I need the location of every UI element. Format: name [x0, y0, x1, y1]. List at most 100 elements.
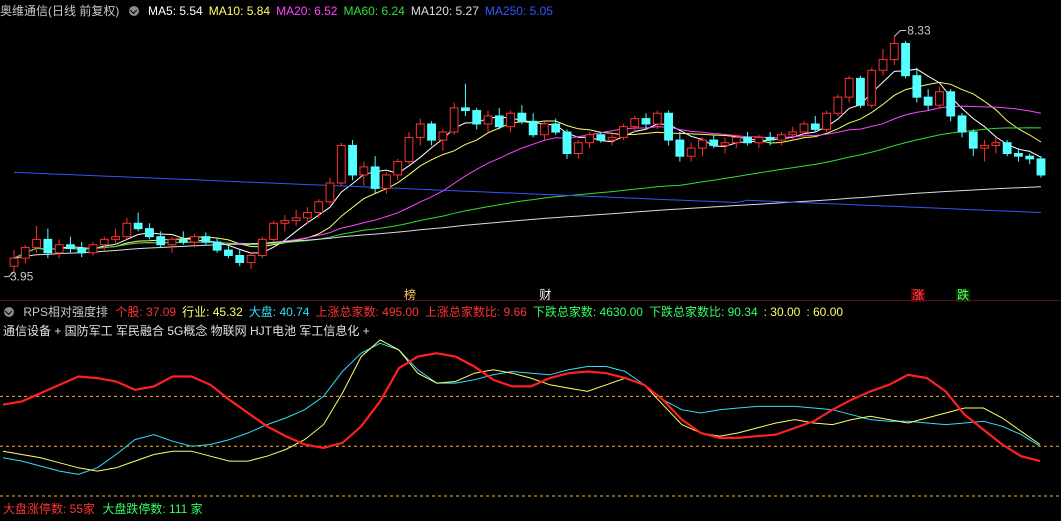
- candle: [257, 236, 267, 259]
- ma60-line: [13, 127, 1042, 259]
- candle: [1036, 156, 1046, 178]
- rps-value-item: 大盘: 40.74: [248, 305, 310, 319]
- candle: [77, 242, 87, 258]
- candle: [664, 110, 673, 146]
- candle: [483, 110, 493, 133]
- candle: [359, 161, 369, 186]
- candle: [415, 118, 425, 146]
- candle: [901, 40, 910, 79]
- candle: [133, 212, 143, 232]
- candle: [111, 228, 120, 245]
- candle: [382, 172, 391, 194]
- candle: [562, 129, 572, 159]
- rps-value-item: 行业: 45.32: [182, 305, 243, 319]
- candle: [461, 83, 470, 116]
- candle: [54, 239, 64, 259]
- stock-title: 奥维通信(日线 前复权): [0, 4, 120, 18]
- candle: [427, 121, 436, 146]
- candle: [743, 132, 752, 146]
- candle: [348, 140, 357, 181]
- candle: [698, 137, 707, 157]
- candle: [844, 75, 854, 103]
- rps-values: 个股: 37.09 行业: 45.32 大盘: 40.74 上涨总家数: 495.00…: [115, 305, 849, 319]
- candle: [472, 107, 482, 130]
- candle: [145, 223, 154, 240]
- candle: [946, 89, 956, 122]
- candle: [777, 132, 786, 146]
- candle: [923, 89, 933, 111]
- candle: [1025, 153, 1035, 165]
- candle: [506, 110, 515, 133]
- limit-down-count: 大盘跌停数: 111 家: [102, 502, 203, 516]
- candle: [573, 140, 583, 159]
- candle: [889, 36, 899, 65]
- candle: [856, 75, 865, 108]
- candle: [912, 67, 922, 103]
- candle: [1002, 140, 1012, 157]
- candle: [336, 142, 346, 186]
- price-chart: 8.33 3.95: [4, 23, 1046, 284]
- ma120-line: [13, 186, 1042, 259]
- dropdown-circle-icon[interactable]: [128, 6, 139, 16]
- rps-value-item: 上涨总家数: 495.00: [315, 305, 419, 319]
- rps-value-item: : 30.00: [763, 305, 801, 319]
- candle: [212, 237, 222, 253]
- candle: [675, 132, 685, 162]
- candle: [935, 86, 944, 108]
- ma-legend-item: MA120: 5.27: [410, 4, 479, 18]
- candle: [619, 123, 628, 141]
- candle: [765, 132, 775, 146]
- ma10-line: [13, 81, 1042, 259]
- candle: [314, 199, 324, 218]
- candle: [449, 102, 459, 135]
- ma-legend-item: MA20: 6.52: [276, 4, 338, 18]
- candle: [833, 94, 843, 116]
- high-marker: [893, 29, 907, 37]
- candle: [980, 140, 989, 162]
- candle: [66, 236, 75, 253]
- candle: [393, 158, 403, 181]
- candle: [641, 113, 651, 130]
- rps-value-item: 个股: 37.09: [115, 305, 177, 319]
- limit-up-count: 大盘涨停数: 55家: [3, 502, 96, 516]
- candle: [246, 252, 256, 269]
- candle: [585, 132, 594, 149]
- candle: [528, 113, 538, 138]
- rps-value-item: 上涨总家数比: 9.66: [424, 305, 527, 319]
- rps-value-item: 下跌总家数: 4630.00: [532, 305, 643, 319]
- sector-list: 通信设备 + 国防军工 军民融合 5G概念 物联网 HJT电池 军工信息化 +: [3, 324, 370, 338]
- ma-legend-item: MA250: 5.05: [484, 4, 553, 18]
- candle: [968, 129, 978, 157]
- candle: [957, 113, 967, 138]
- dropdown-circle-icon[interactable]: [4, 307, 14, 317]
- candle: [810, 115, 820, 133]
- ma-legend: MA5: 5.54 MA10: 5.84 MA20: 6.52 MA60: 6.24 M…: [148, 4, 559, 18]
- candle: [122, 217, 132, 240]
- candle: [201, 232, 211, 245]
- candle: [867, 67, 877, 108]
- candle: [167, 236, 177, 253]
- ma5-line: [13, 68, 1042, 259]
- candle: [686, 142, 696, 162]
- candle: [404, 132, 414, 165]
- candle: [438, 129, 448, 151]
- chart-header: 奥维通信(日线 前复权) MA5: 5.54 MA10: 5.84 MA20: 6.…: [0, 3, 565, 19]
- candle: [9, 250, 19, 272]
- rps-series-line: [2, 339, 1041, 472]
- candle: [540, 121, 549, 141]
- candle: [269, 220, 278, 243]
- candle: [235, 250, 245, 267]
- rps-value-item: : 60.00: [806, 305, 844, 319]
- rps-value-item: 下跌总家数比: 90.34: [648, 305, 758, 319]
- ma-legend-item: MA5: 5.54: [148, 4, 203, 18]
- ma-legend-item: MA10: 5.84: [208, 4, 271, 18]
- rps-series-line: [2, 342, 1041, 475]
- candle: [494, 107, 504, 130]
- candle: [878, 48, 888, 76]
- ma20-line: [13, 105, 1042, 259]
- rps-header: RPS相对强度排 个股: 37.09 行业: 45.32 大盘: 40.74 上涨总家…: [0, 304, 855, 320]
- rps-indicator-name: RPS相对强度排: [23, 305, 109, 319]
- candle: [720, 137, 730, 154]
- low-price-label: 3.95: [10, 270, 34, 284]
- candle: [991, 137, 1001, 154]
